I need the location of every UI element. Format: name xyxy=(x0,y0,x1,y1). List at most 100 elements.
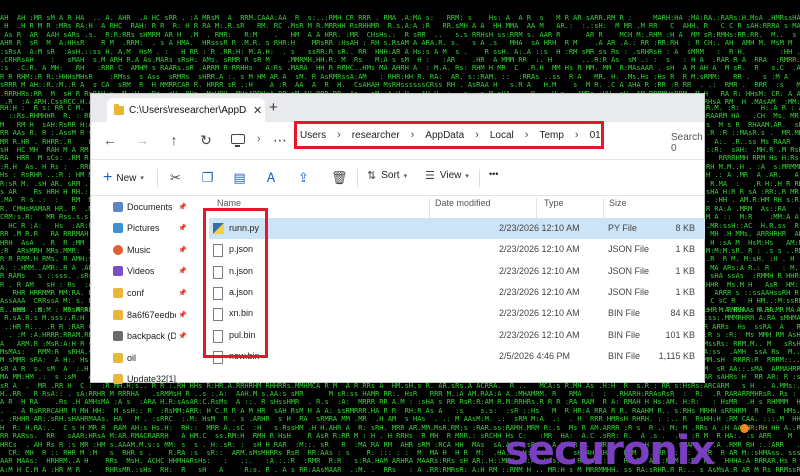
more-options-button[interactable]: ••• xyxy=(489,169,498,179)
rename-icon[interactable]: Ꭺ xyxy=(265,171,278,184)
file-date: 2/23/2026 12:10 AM xyxy=(499,265,580,276)
pictures-icon xyxy=(113,223,123,234)
copy-icon[interactable]: ❐ xyxy=(201,171,214,184)
pin-icon[interactable]: 📌 xyxy=(178,203,187,211)
column-type[interactable]: Type xyxy=(544,198,564,208)
file-date: 2/23/2026 12:10 AM xyxy=(499,329,580,340)
music-icon xyxy=(113,244,123,255)
view-button[interactable]: ☰ View ▾ xyxy=(425,169,469,182)
forward-arrow-icon[interactable]: → xyxy=(133,132,151,148)
folder-icon xyxy=(113,287,123,298)
pin-icon[interactable]: 📌 xyxy=(178,332,187,340)
file-size: 8 KB xyxy=(675,223,695,233)
file-date: 2/23/2026 12:10 AM xyxy=(499,308,580,319)
sidebar-item-label: 8a6f67eedbc7- xyxy=(127,309,176,320)
file-size: 1,115 KB xyxy=(658,350,695,361)
column-name[interactable]: Name xyxy=(217,198,241,208)
sidebar-item[interactable]: Music 📌 xyxy=(113,239,187,260)
pin-icon[interactable]: 📌 xyxy=(178,311,187,319)
chevron-right-icon[interactable]: › xyxy=(475,129,479,141)
column-divider xyxy=(536,198,537,218)
chevron-down-icon: ▾ xyxy=(465,172,469,180)
refresh-icon[interactable]: ↻ xyxy=(197,132,215,149)
view-icon: ☰ xyxy=(425,170,435,182)
sort-icon: ⇅ xyxy=(367,170,377,182)
paste-icon[interactable]: ▤ xyxy=(233,171,246,184)
file-row[interactable]: runn.py 2/23/2026 12:10 AM PY File 8 KB xyxy=(209,218,705,239)
sidebar-item[interactable]: conf 📌 xyxy=(113,282,187,303)
new-tab-button[interactable]: + xyxy=(269,99,278,116)
file-row[interactable]: p.json 2/23/2026 12:10 AM JSON File 1 KB xyxy=(209,239,705,260)
command-bar: + New ▾ ✂ ❐ ▤ Ꭺ ⇪ 🗑 ⇅ Sort ▾ ☰ View ▾ ••… xyxy=(91,160,704,196)
file-size: 101 KB xyxy=(665,329,695,340)
plus-icon: + xyxy=(103,169,113,186)
breadcrumb-item[interactable]: Users xyxy=(300,130,326,141)
file-type: JSON File xyxy=(608,265,650,276)
chevron-right-icon[interactable]: › xyxy=(411,129,415,141)
tab-appdata[interactable]: C:\Users\researcher\AppData\ ✕ xyxy=(107,98,265,122)
file-date: 2/23/2026 12:10 AM xyxy=(499,286,580,297)
ascii-art-background-left: RH:H : R s: RR C M. A ::Rs.RHMHHR R. : R… xyxy=(0,104,92,314)
file-date: 2/23/2026 12:10 AM xyxy=(499,244,580,255)
brand-text: securonix xyxy=(505,428,715,474)
sidebar-item[interactable]: Pictures 📌 xyxy=(113,218,187,239)
toolbar-divider xyxy=(157,169,158,187)
file-type: JSON File xyxy=(608,244,650,255)
sidebar-item[interactable]: Documents 📌 xyxy=(113,196,187,217)
chevron-right-icon[interactable]: › xyxy=(525,129,529,141)
file-row[interactable]: a.json 2/23/2026 12:10 AM JSON File 1 KB xyxy=(209,282,705,303)
file-type: PY File xyxy=(608,223,637,233)
breadcrumb-item[interactable]: Temp xyxy=(539,130,563,141)
navigation-pane: Documents 📌 Pictures 📌 Music 📌 Videos 📌 conf 📌 8a6… xyxy=(91,196,187,385)
sidebar-item[interactable]: Videos 📌 xyxy=(113,261,187,282)
close-icon[interactable]: ✕ xyxy=(253,104,262,117)
sort-button[interactable]: ⇅ Sort ▾ xyxy=(367,169,407,182)
folder-icon xyxy=(113,352,123,363)
new-label: New xyxy=(116,172,137,184)
sidebar-item[interactable]: Update32[1].exe xyxy=(113,369,187,390)
column-size[interactable]: Size xyxy=(609,198,627,208)
breadcrumb-item[interactable]: researcher xyxy=(352,130,400,141)
this-pc-icon[interactable] xyxy=(231,134,245,147)
chevron-right-icon[interactable]: › xyxy=(337,129,341,141)
cut-icon[interactable]: ✂ xyxy=(169,171,182,184)
file-size: 84 KB xyxy=(670,308,695,319)
breadcrumb-item[interactable]: Local xyxy=(490,130,514,141)
chevron-right-icon[interactable]: › xyxy=(575,129,579,141)
sidebar-item[interactable]: backpack (D:)📌 xyxy=(113,326,187,347)
column-divider xyxy=(429,198,430,218)
view-label: View xyxy=(439,170,462,181)
sidebar-item[interactable]: oil xyxy=(113,347,187,368)
breadcrumb-item[interactable]: 01 xyxy=(590,130,601,141)
back-arrow-icon[interactable]: ← xyxy=(101,132,119,148)
sidebar-item-label: backpack (D:) xyxy=(127,331,177,342)
breadcrumb[interactable]: Users › researcher › AppData › Local › Temp › 01 xyxy=(294,121,604,149)
file-size: 1 KB xyxy=(675,265,695,276)
file-row[interactable]: xn.bin 2/23/2026 12:10 AM BIN File 84 KB xyxy=(209,303,705,324)
up-arrow-icon[interactable]: ↑ xyxy=(165,132,183,148)
search-input[interactable]: Search 0 xyxy=(671,132,704,154)
pin-icon[interactable]: 📌 xyxy=(178,267,187,275)
share-icon[interactable]: ⇪ xyxy=(297,171,310,184)
pin-icon[interactable]: 📌 xyxy=(178,246,187,254)
file-type: BIN File xyxy=(608,308,641,319)
brand-dot-icon xyxy=(740,424,749,433)
chevron-down-icon: ▾ xyxy=(403,172,408,180)
file-list: Name Date modified Type Size runn.py 2/23… xyxy=(191,196,705,384)
delete-icon[interactable]: 🗑 xyxy=(331,171,348,184)
new-button[interactable]: + New ▾ xyxy=(103,169,144,187)
more-locations-icon[interactable]: ⋯ xyxy=(271,132,289,149)
column-date[interactable]: Date modified xyxy=(435,198,491,208)
file-row[interactable]: new.bin 2/5/2026 4:46 PM BIN File 1,115 KB xyxy=(209,346,705,367)
file-row[interactable]: n.json 2/23/2026 12:10 AM JSON File 1 KB xyxy=(209,261,705,282)
brand-logo: securonix xyxy=(505,424,749,474)
pin-icon[interactable]: 📌 xyxy=(178,289,187,297)
breadcrumb-item[interactable]: AppData xyxy=(425,130,464,141)
sidebar-item-label: Music xyxy=(127,244,151,255)
sidebar-item[interactable]: 8a6f67eedbc7-📌 xyxy=(113,304,187,325)
file-row[interactable]: pul.bin 2/23/2026 12:10 AM BIN File 101 KB xyxy=(209,325,705,346)
pin-icon[interactable]: 📌 xyxy=(178,224,187,232)
chevron-right-icon: › xyxy=(257,133,261,145)
sidebar-item-label: Update32[1].exe xyxy=(127,374,177,385)
sidebar-item-label: oil xyxy=(127,352,137,363)
